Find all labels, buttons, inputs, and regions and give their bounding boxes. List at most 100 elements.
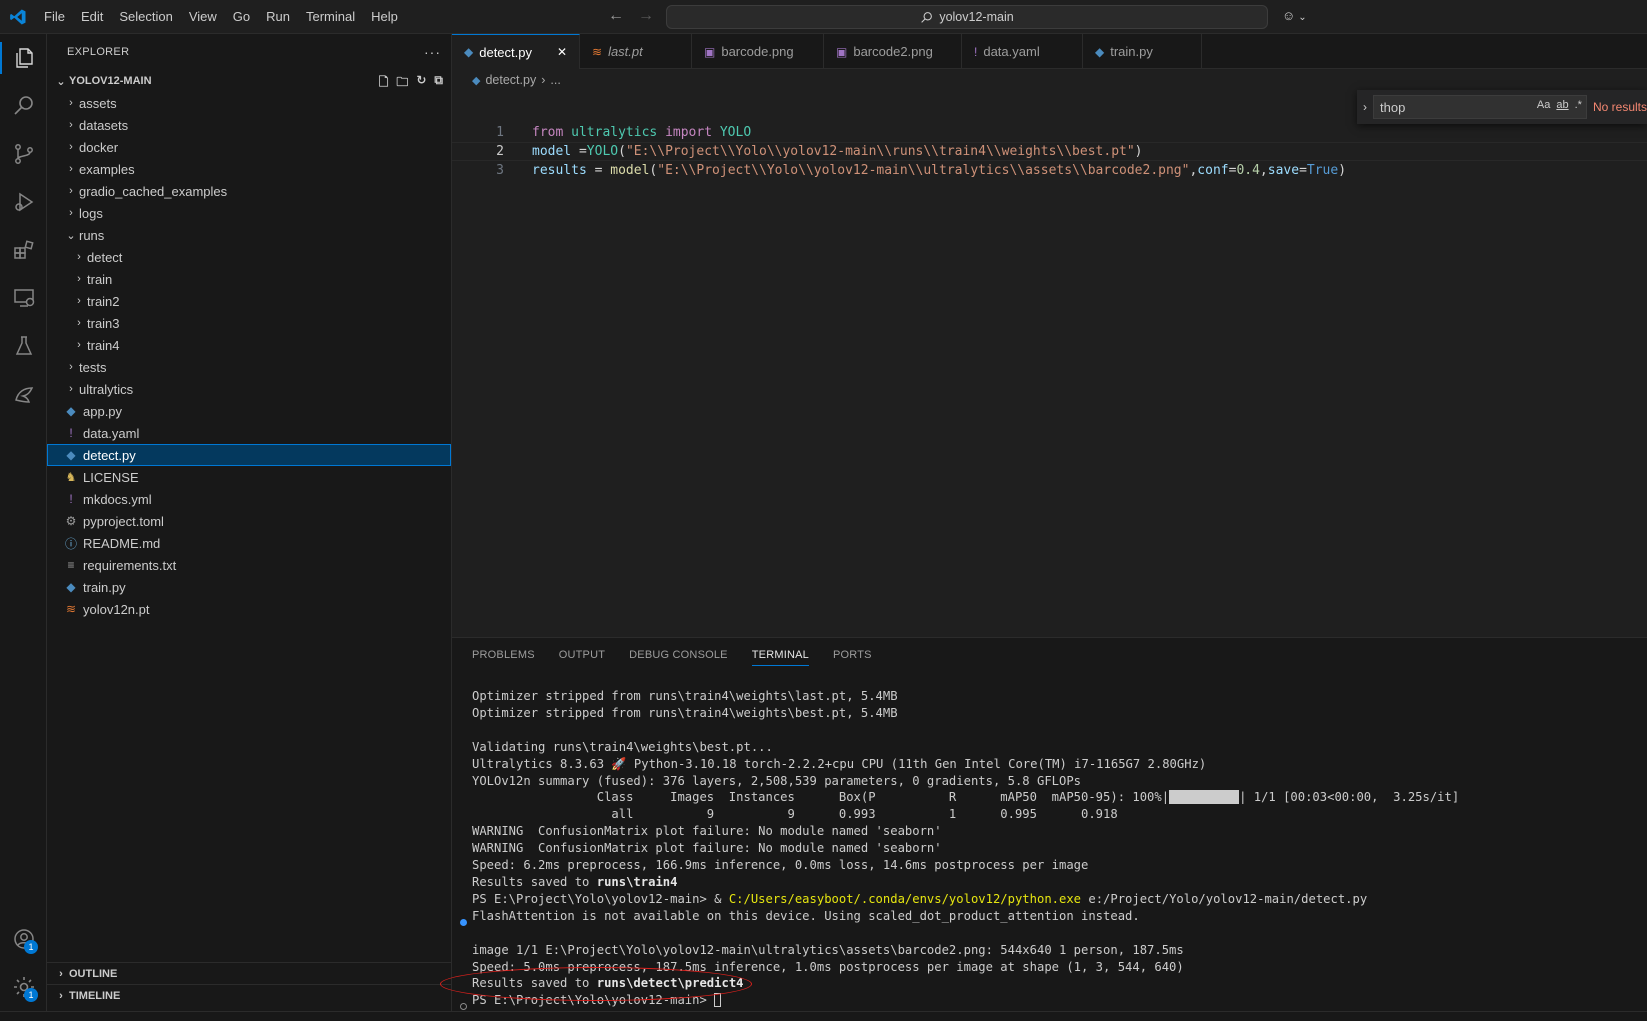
refresh-icon[interactable]: ↻ (416, 73, 426, 94)
tree-file[interactable]: ≋ yolov12n.pt (47, 598, 451, 620)
menu-go[interactable]: Go (225, 0, 258, 34)
tree-folder[interactable]: › train3 (47, 312, 451, 334)
tree-item-label: train2 (87, 293, 120, 309)
breadcrumb-file[interactable]: detect.py (485, 73, 536, 87)
menu-view[interactable]: View (181, 0, 225, 34)
menu-selection[interactable]: Selection (111, 0, 180, 34)
chevron-right-icon: › (69, 141, 73, 153)
more-actions-icon[interactable]: ··· (424, 44, 441, 60)
tree-folder[interactable]: › docker (47, 136, 451, 158)
new-file-icon[interactable]: 🗋 (379, 73, 389, 94)
toml-file-icon: ⚙ (65, 514, 77, 528)
search-icon[interactable] (0, 82, 47, 130)
tree-file[interactable]: ⚙ pyproject.toml (47, 510, 451, 532)
outline-section[interactable]: › OUTLINE (47, 962, 452, 984)
menu-edit[interactable]: Edit (73, 0, 111, 34)
text-file-icon: ≡ (67, 558, 75, 572)
tree-folder[interactable]: › tests (47, 356, 451, 378)
tree-file[interactable]: ≡ requirements.txt (47, 554, 451, 576)
new-folder-icon[interactable]: 🗀 (396, 73, 408, 94)
tree-folder[interactable]: › train2 (47, 290, 451, 312)
tree-item-label: data.yaml (83, 425, 140, 441)
tree-folder[interactable]: › examples (47, 158, 451, 180)
manage-gear-icon[interactable]: 1 (0, 963, 47, 1011)
editor-tab[interactable]: ▣ barcode.png (692, 34, 824, 69)
tab-problems[interactable]: PROBLEMS (472, 649, 535, 661)
tree-file[interactable]: ◆ app.py (47, 400, 451, 422)
python-file-icon: ◆ (66, 448, 76, 462)
search-icon (921, 11, 933, 23)
tab-label: last.pt (608, 44, 643, 59)
terminal-cursor (714, 993, 722, 1008)
editor-tab[interactable]: ◆ detect.py ✕ (452, 34, 580, 69)
tree-file[interactable]: ! mkdocs.yml (47, 488, 451, 510)
explorer-title: EXPLORER (67, 46, 130, 58)
tree-file[interactable]: ◆ detect.py (47, 444, 451, 466)
tree-folder[interactable]: › datasets (47, 114, 451, 136)
tree-folder[interactable]: › train (47, 268, 451, 290)
use-regex-toggle[interactable]: .* (1575, 99, 1582, 111)
tree-folder[interactable]: › ultralytics (47, 378, 451, 400)
run-debug-icon[interactable] (0, 178, 47, 226)
tab-terminal[interactable]: TERMINAL (751, 644, 809, 666)
accounts-icon[interactable]: 1 (0, 915, 47, 963)
remote-explorer-icon[interactable] (0, 274, 47, 322)
toggle-replace-chevron-icon[interactable]: › (1363, 100, 1367, 114)
tree-folder[interactable]: › logs (47, 202, 451, 224)
forward-arrow-icon[interactable]: → (638, 7, 654, 25)
tree-folder[interactable]: › detect (47, 246, 451, 268)
editor-tab[interactable]: ◆ train.py (1083, 34, 1202, 69)
tree-folder[interactable]: › assets (47, 92, 451, 114)
editor-tab[interactable]: ▣ barcode2.png (824, 34, 962, 69)
code-editor[interactable]: 1 from ultralytics import YOLO 2 model =… (452, 123, 1647, 180)
collapse-all-icon[interactable]: ⧉ (434, 73, 443, 94)
back-arrow-icon[interactable]: ← (608, 7, 624, 25)
tab-label: barcode.png (721, 44, 794, 59)
tree-file[interactable]: ♞ LICENSE (47, 466, 451, 488)
chevron-right-icon: › (69, 207, 73, 219)
line-number: 3 (496, 163, 504, 178)
tree-file[interactable]: ⓘ README.md (47, 532, 451, 554)
menu-terminal[interactable]: Terminal (298, 0, 363, 34)
close-icon[interactable]: ✕ (557, 45, 567, 59)
find-input[interactable]: thop Aa ab .* (1373, 95, 1587, 119)
extensions-icon[interactable] (0, 226, 47, 274)
source-control-icon[interactable] (0, 130, 47, 178)
tree-folder[interactable]: › train4 (47, 334, 451, 356)
match-whole-word-toggle[interactable]: ab (1556, 99, 1568, 111)
tree-item-label: train4 (87, 337, 120, 353)
breadcrumb-symbols[interactable]: ... (550, 73, 560, 87)
workspace-folder-header[interactable]: ⌄ YOLOV12-MAIN 🗋 🗀 ↻ ⧉ (47, 70, 451, 92)
tree-folder[interactable]: ⌄ runs (47, 224, 451, 246)
editor-tab[interactable]: ! data.yaml (962, 34, 1083, 69)
explorer-icon[interactable] (0, 34, 47, 82)
tree-file[interactable]: ! data.yaml (47, 422, 451, 444)
copilot-menu[interactable]: ☺ ⌄ (1282, 8, 1307, 23)
find-result-count: No results (1592, 100, 1647, 114)
editor-tab[interactable]: ≋ last.pt (580, 34, 692, 69)
tree-folder[interactable]: › gradio_cached_examples (47, 180, 451, 202)
tab-debug-console[interactable]: DEBUG CONSOLE (629, 649, 728, 661)
python-file-icon: ◆ (472, 74, 481, 87)
tab-output[interactable]: OUTPUT (559, 649, 605, 661)
code-line-current: 2 model =YOLO("E:\\Project\\Yolo\\yolov1… (452, 142, 1647, 161)
command-center-search[interactable]: yolov12-main (666, 5, 1268, 29)
tab-label: detect.py (479, 44, 532, 60)
tab-ports[interactable]: PORTS (833, 649, 872, 661)
timeline-section[interactable]: › TIMELINE (47, 984, 452, 1006)
chevron-right-icon: › (69, 97, 73, 109)
menu-run[interactable]: Run (258, 0, 298, 34)
tree-item-label: docker (79, 139, 119, 155)
tree-file[interactable]: ◆ train.py (47, 576, 451, 598)
terminal-output[interactable]: Optimizer stripped from runs\train4\weig… (472, 688, 1459, 1009)
tree-item-label: train.py (83, 579, 126, 595)
tree-item-label: requirements.txt (83, 557, 177, 573)
manage-badge: 1 (24, 988, 38, 1002)
python-environments-icon[interactable] (0, 370, 47, 418)
match-case-toggle[interactable]: Aa (1537, 99, 1550, 111)
menu-file[interactable]: File (36, 0, 73, 34)
tree-item-label: tests (79, 359, 107, 375)
menu-help[interactable]: Help (363, 0, 406, 34)
testing-flask-icon[interactable] (0, 322, 47, 370)
license-file-icon: ♞ (65, 470, 77, 484)
